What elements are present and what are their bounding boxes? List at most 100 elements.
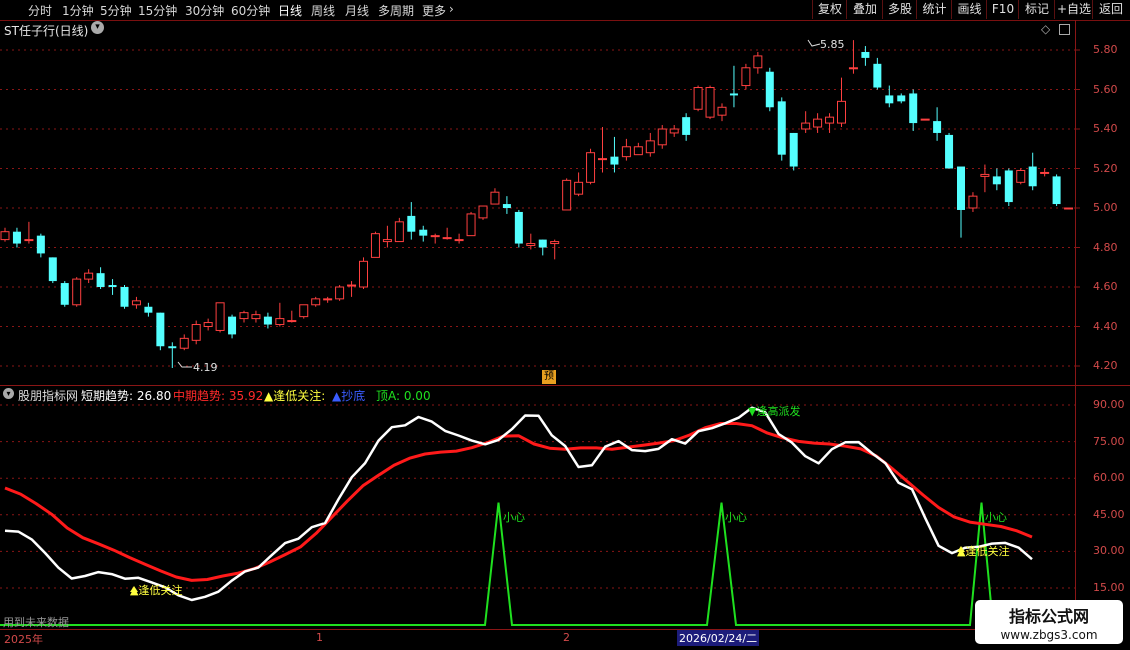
candle-body [992,176,1001,185]
candle-body [36,235,45,254]
candle-body [228,316,237,335]
indicator-tick-label: 15.00 [1093,581,1125,594]
candle-body [370,233,380,258]
candle-body [24,239,34,242]
candle-body [407,215,416,232]
mid-trend-line [4,422,1033,582]
candle-body [669,128,679,134]
candle-body [1064,207,1074,210]
candle-body [837,100,846,124]
high-marker [807,39,821,47]
candle-body [1004,170,1013,203]
candle-body [514,211,523,244]
candle-body [144,306,153,313]
candle-body [897,95,906,102]
low-price-label: 4.19 [193,361,218,374]
candle-body [478,205,488,219]
candle-body [825,116,835,124]
candle-body [251,314,261,320]
candle-body [335,286,345,300]
candle-body [789,132,798,167]
future-data-note: 用到未来数据 [3,616,69,629]
indicator-tick-label: 45.00 [1093,507,1125,521]
site-logo: 指标公式网 www.zbgs3.com [975,600,1123,644]
logo-title: 指标公式网 [1008,607,1089,626]
candle-body [191,324,201,341]
candle-body [215,302,225,331]
candle-body [430,235,440,238]
candle-body [848,67,858,70]
candle-body [490,191,500,205]
candle-body [777,101,786,155]
candle-body [394,221,404,243]
candle-body [586,152,596,183]
candle-body [1028,166,1037,187]
candle-body [621,146,631,158]
date-cursor-label: 2026/02/24/二 [677,630,760,646]
candle-body [168,346,177,349]
candle-body [323,298,333,301]
date-month-label: 1 [316,631,323,644]
candle-body [729,93,738,96]
candle-body [287,320,297,323]
candle-body [657,128,667,146]
indicator-tick-label: 30.00 [1093,544,1125,558]
candle-body [60,283,69,305]
low-watch-signal: ▲逢低关注 [957,545,1010,558]
candle-body [108,285,117,287]
date-start-label: 2025年 [4,633,43,646]
date-month-label: 2 [563,631,570,644]
indicator-tick-label: 60.00 [1093,471,1125,485]
candle-body [562,179,572,211]
price-tick-label: 5.60 [1093,82,1118,96]
price-tick-label: 5.00 [1093,201,1118,214]
candle-body [873,63,882,88]
candle-body [705,87,715,118]
candle-body [968,195,978,209]
candle-body [610,156,619,165]
candle-body [96,273,105,287]
candle-body [717,106,727,116]
candle-body [120,287,129,307]
candle-body [131,300,141,306]
forecast-badge[interactable]: 预 [542,370,556,384]
candle-body [84,272,94,280]
candle-body [442,237,452,240]
candle-body [382,239,392,243]
price-tick-label: 4.20 [1093,359,1118,372]
careful-signal: 小心 [985,511,1007,524]
candle-body [885,95,894,104]
low-watch-signal: ▲逢低关注 [130,584,183,597]
candle-body [801,122,811,130]
careful-signal: 小心 [725,511,747,524]
candle-body [920,118,930,121]
price-tick-label: 4.60 [1093,280,1118,293]
candle-body [347,284,357,287]
high-sell-signal: ▼逢高派发 [748,405,801,418]
candle-body [72,278,82,306]
candle-body [693,87,703,110]
careful-signal: 小心 [503,511,525,524]
candle-body [466,213,476,237]
candle-body [633,146,643,156]
candle-body [741,67,751,87]
price-tick-label: 5.40 [1093,122,1118,135]
logo-url: www.zbgs3.com [1000,628,1098,642]
candle-body [538,239,547,248]
candle-body [203,322,213,327]
candle-body [753,55,763,69]
candle-body [299,304,309,318]
candle-body [0,231,10,241]
candle-body [419,229,428,236]
price-tick-label: 5.20 [1093,161,1118,175]
candle-body [359,260,368,288]
candle-body [275,318,285,326]
candle-body [945,134,954,169]
indicator-tick-label: 90.00 [1093,398,1125,411]
candle-body [957,166,965,210]
candle-body [574,181,584,195]
candle-body [1052,176,1061,205]
candle-body [1040,171,1050,174]
candle-body [1016,169,1026,183]
candle-body [156,312,165,347]
